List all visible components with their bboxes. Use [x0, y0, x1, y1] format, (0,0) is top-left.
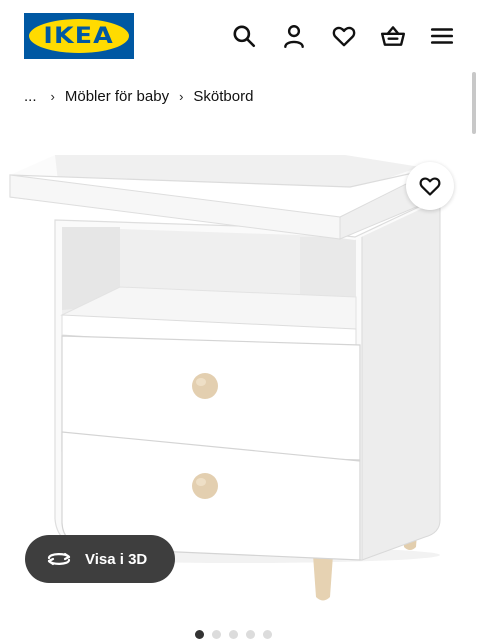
rotate-3d-icon — [47, 552, 71, 566]
favorite-button[interactable] — [406, 162, 454, 210]
carousel-dot-5[interactable] — [263, 630, 272, 639]
ikea-logo[interactable]: IKEA — [24, 13, 134, 59]
breadcrumb-item-changing-table[interactable]: Skötbord — [193, 88, 253, 105]
heart-icon — [419, 177, 441, 196]
carousel-indicators — [195, 630, 272, 639]
breadcrumb-ellipsis[interactable]: ... — [24, 88, 37, 105]
logo-text: IKEA — [43, 23, 115, 49]
carousel-dot-1[interactable] — [195, 630, 204, 639]
breadcrumb-item-baby-furniture[interactable]: Möbler för baby — [65, 88, 169, 105]
chevron-right-icon: › — [50, 88, 55, 104]
account-icon[interactable] — [278, 20, 310, 52]
scrollbar[interactable] — [472, 72, 476, 134]
chevron-right-icon: › — [179, 88, 184, 104]
breadcrumb: ... › Möbler för baby › Skötbord — [24, 84, 253, 108]
site-header: IKEA — [0, 0, 480, 70]
carousel-dot-3[interactable] — [229, 630, 238, 639]
carousel-dot-2[interactable] — [212, 630, 221, 639]
search-icon[interactable] — [228, 20, 260, 52]
heart-icon[interactable] — [328, 20, 360, 52]
view-in-3d-label: Visa i 3D — [85, 550, 148, 568]
logo-oval: IKEA — [29, 19, 129, 53]
cart-icon[interactable] — [377, 20, 409, 52]
carousel-dot-4[interactable] — [246, 630, 255, 639]
menu-icon[interactable] — [426, 20, 458, 52]
view-in-3d-button[interactable]: Visa i 3D — [25, 535, 175, 583]
